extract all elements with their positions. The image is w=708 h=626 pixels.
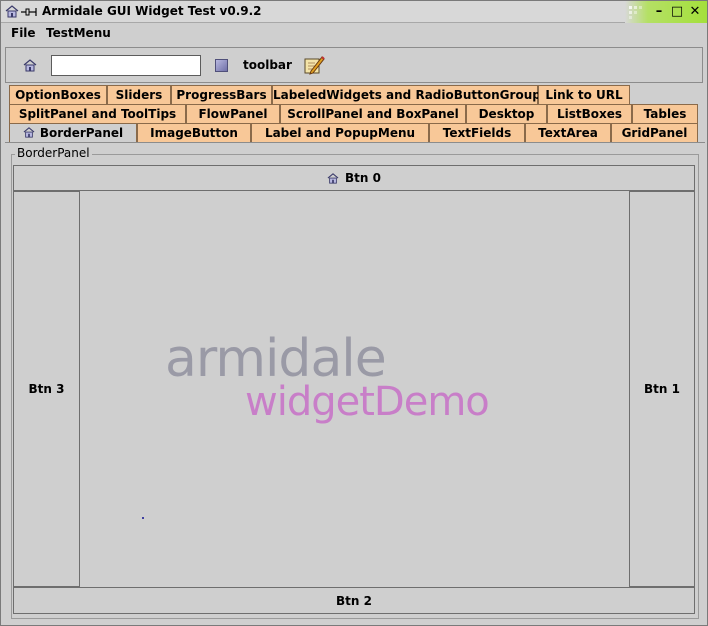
app-window: Armidale GUI Widget Test v0.9.2 – □ ✕ Fi… bbox=[0, 0, 708, 626]
tab-tables[interactable]: Tables bbox=[632, 104, 698, 123]
window-title: Armidale GUI Widget Test v0.9.2 bbox=[42, 4, 262, 18]
tab-borderpanel[interactable]: BorderPanel bbox=[9, 123, 137, 143]
tab-gridpanel[interactable]: GridPanel bbox=[611, 123, 698, 142]
home-icon bbox=[5, 5, 19, 18]
group-title: BorderPanel bbox=[15, 146, 92, 160]
tab-optionboxes[interactable]: OptionBoxes bbox=[9, 85, 107, 104]
btn-west[interactable]: Btn 3 bbox=[13, 191, 80, 587]
decorative-dot bbox=[142, 517, 144, 519]
btn-south[interactable]: Btn 2 bbox=[13, 587, 695, 614]
wm-menu-icon[interactable] bbox=[627, 4, 647, 20]
close-button[interactable]: ✕ bbox=[688, 5, 702, 19]
menu-testmenu[interactable]: TestMenu bbox=[46, 26, 111, 40]
home-icon bbox=[327, 172, 339, 184]
tab-label: BorderPanel bbox=[39, 126, 124, 140]
tab-progressbars[interactable]: ProgressBars bbox=[171, 85, 272, 104]
pin-icon[interactable] bbox=[21, 6, 37, 18]
tab-textarea[interactable]: TextArea bbox=[525, 123, 611, 142]
window-controls: – □ ✕ bbox=[625, 1, 707, 23]
toolbar-text-field[interactable] bbox=[51, 55, 201, 76]
home-icon[interactable] bbox=[23, 59, 37, 72]
tab-flowpanel[interactable]: FlowPanel bbox=[186, 104, 280, 123]
toolbar: toolbar bbox=[5, 47, 703, 83]
minimize-button[interactable]: – bbox=[652, 5, 666, 19]
tab-splitpanel[interactable]: SplitPanel and ToolTips bbox=[9, 104, 186, 123]
tab-listboxes[interactable]: ListBoxes bbox=[547, 104, 632, 123]
logo-widgetdemo: widgetDemo bbox=[245, 379, 490, 425]
title-bar[interactable]: Armidale GUI Widget Test v0.9.2 – □ ✕ bbox=[1, 1, 707, 23]
tab-textfields[interactable]: TextFields bbox=[429, 123, 525, 142]
tab-desktop[interactable]: Desktop bbox=[466, 104, 547, 123]
btn-east[interactable]: Btn 1 bbox=[629, 191, 695, 587]
pencil-icon[interactable] bbox=[303, 54, 325, 76]
maximize-button[interactable]: □ bbox=[670, 5, 684, 19]
square-icon[interactable] bbox=[215, 59, 228, 72]
tab-labeledwidgets[interactable]: LabeledWidgets and RadioButtonGroup bbox=[272, 85, 541, 104]
btn-north[interactable]: Btn 0 bbox=[13, 165, 695, 191]
tab-link-to-url[interactable]: Link to URL bbox=[538, 85, 630, 104]
tab-sliders[interactable]: Sliders bbox=[107, 85, 171, 104]
menu-file[interactable]: File bbox=[11, 26, 36, 40]
tab-scrollpanel[interactable]: ScrollPanel and BoxPanel bbox=[280, 104, 466, 123]
menu-bar: File TestMenu bbox=[1, 23, 707, 45]
btn-north-label: Btn 0 bbox=[345, 171, 381, 185]
toolbar-label: toolbar bbox=[243, 58, 292, 72]
center-image-area: armidale widgetDemo bbox=[80, 191, 629, 586]
home-icon bbox=[23, 127, 35, 138]
tab-imagebutton[interactable]: ImageButton bbox=[137, 123, 251, 142]
tab-label-popupmenu[interactable]: Label and PopupMenu bbox=[251, 123, 429, 142]
